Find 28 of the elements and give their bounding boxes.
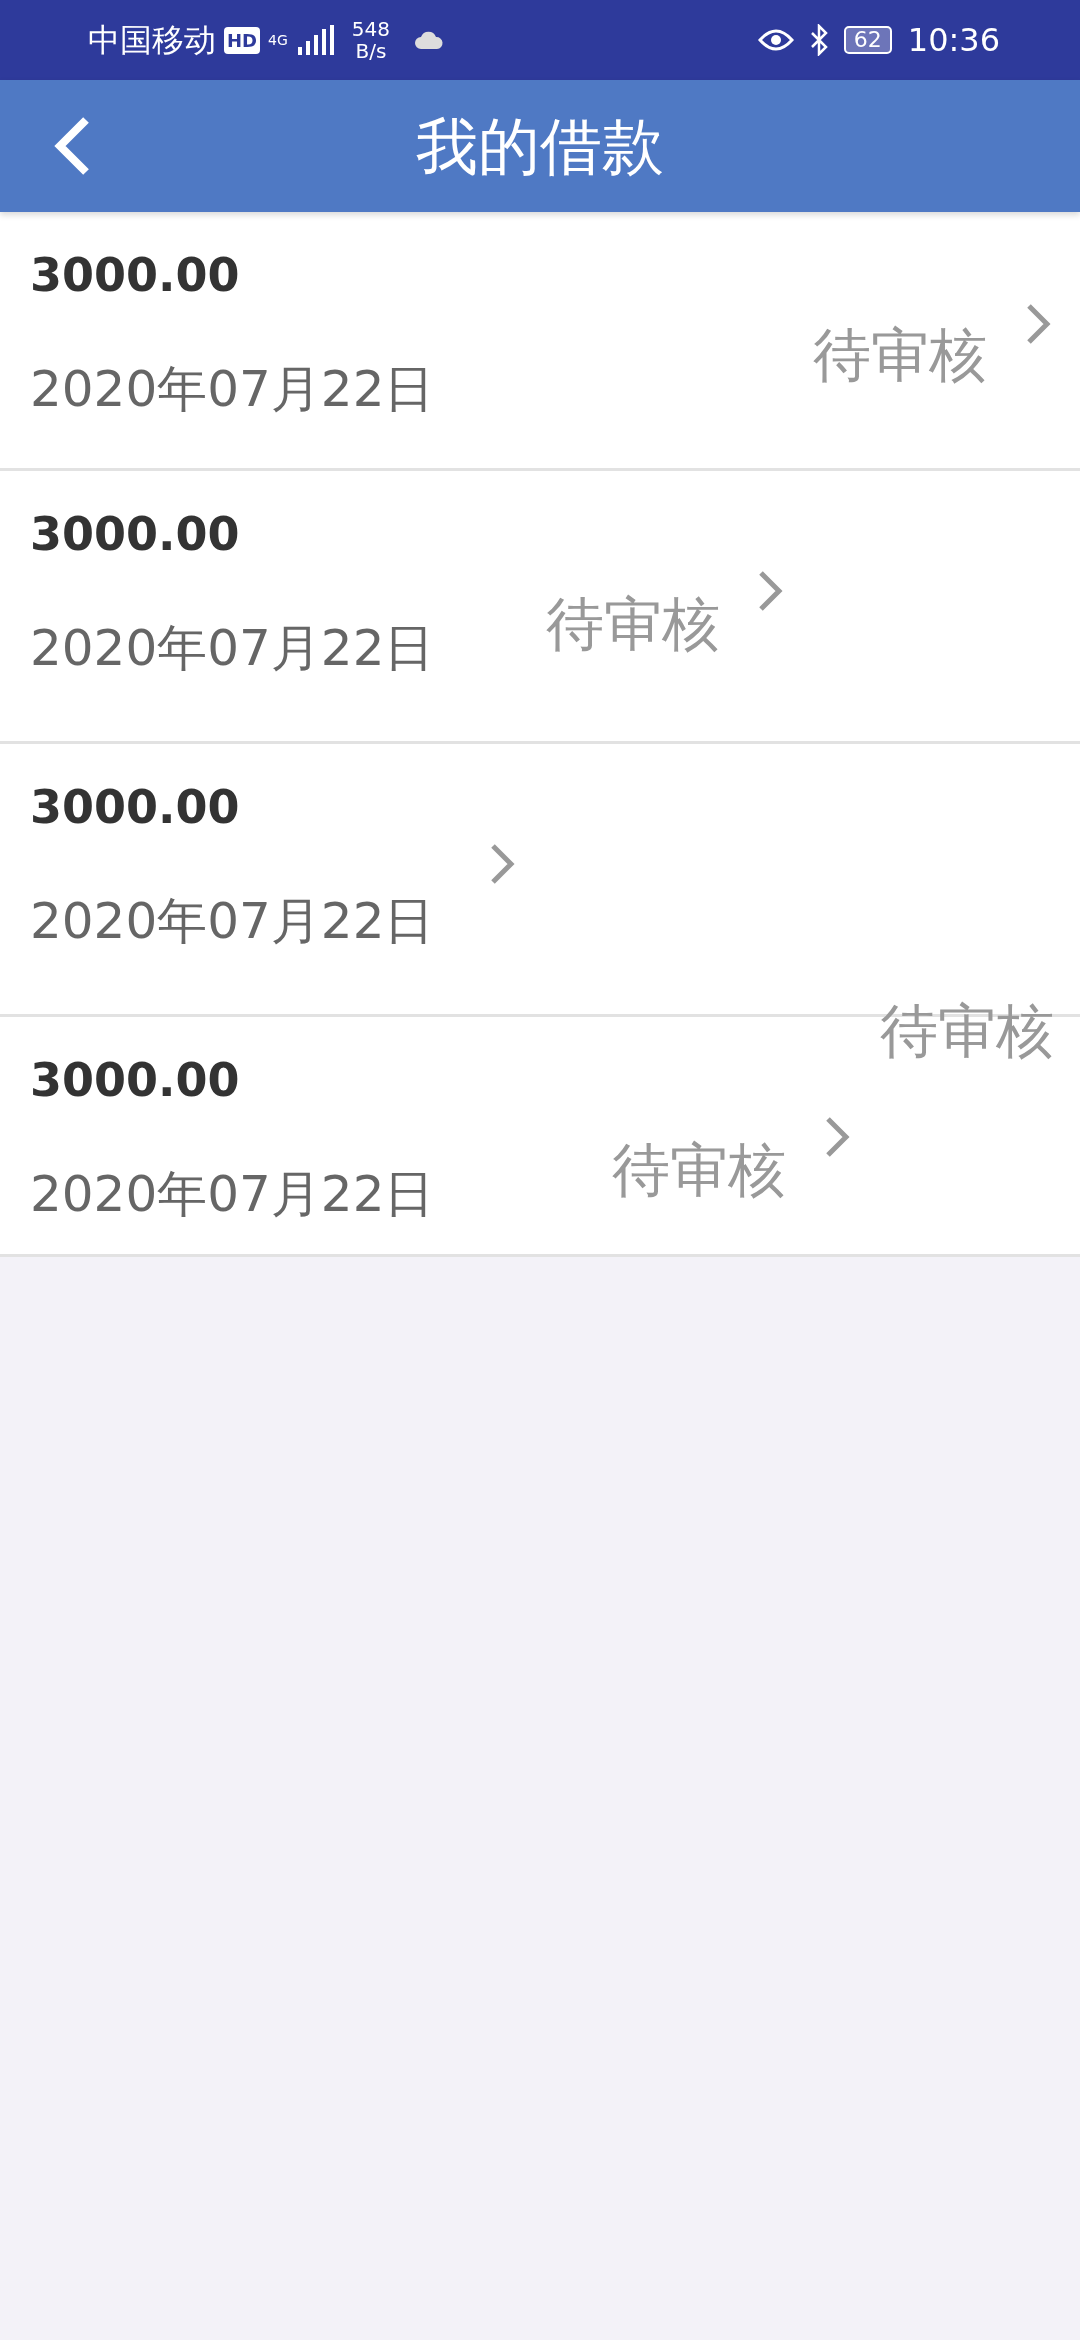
chevron-right-icon [488,842,516,886]
loan-date: 2020年07月22日 [30,364,435,414]
network-type: 4G [268,30,288,50]
hd-indicator: HD [224,26,260,54]
speed-value: 548 [351,18,390,40]
loan-amount: 3000.00 [30,511,240,557]
bluetooth-icon [809,24,828,56]
chevron-right-icon [1024,302,1052,346]
loan-amount: 3000.00 [30,1057,240,1103]
clock-time: 10:36 [907,20,1000,61]
battery-level: 62 [843,25,892,55]
eye-icon [757,28,794,52]
loan-amount: 3000.00 [30,784,240,830]
speed-unit: B/s [354,40,388,62]
cloud-icon [413,30,444,50]
loan-date: 2020年07月22日 [30,896,435,946]
loan-status: 待审核 [546,595,720,653]
loan-date: 2020年07月22日 [30,623,435,673]
loan-date: 2020年07月22日 [30,1169,435,1219]
chevron-right-icon [756,569,784,613]
page-title: 我的借款 [416,108,664,185]
carrier-name: 中国移动 [88,20,216,61]
loan-amount: 3000.00 [30,252,240,298]
loan-status: 待审核 [813,326,987,384]
chevron-right-icon [823,1115,851,1159]
signal-icon [295,25,336,55]
loan-status: 待审核 [612,1141,786,1199]
loan-status: 待审核 [880,1002,1054,1060]
